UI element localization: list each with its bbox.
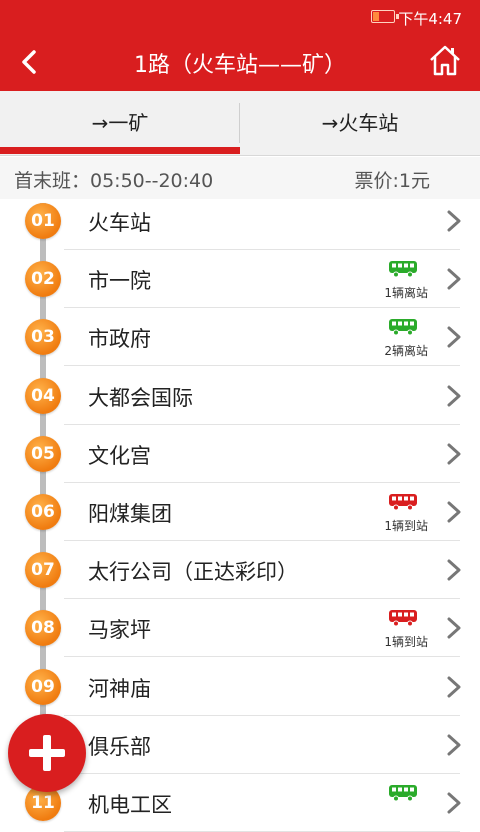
title-bar: 1路（火车站——矿） [0, 34, 480, 91]
bus-icon [389, 785, 417, 802]
bus-status [364, 784, 428, 824]
stop-number-badge: 05 [25, 435, 61, 472]
battery-level [373, 12, 379, 21]
stop-name: 马家坪 [88, 618, 151, 643]
price-text: 票价:1元 [354, 170, 431, 192]
back-arrow-icon [22, 50, 36, 74]
bus-status: 1辆到站 [364, 493, 428, 533]
stop-name: 市一院 [88, 269, 151, 294]
stop-name: 大都会国际 [88, 385, 193, 410]
chevron-right-icon [447, 559, 461, 581]
stop-row[interactable]: 02 市一院 1辆离站 [0, 250, 480, 309]
plus-icon [29, 735, 65, 771]
schedule-text: 首末班：05:50--20:40 [14, 170, 214, 192]
stop-row[interactable]: 08 马家坪 1辆到站 [0, 599, 480, 658]
stop-row[interactable]: 04 大都会国际 [0, 367, 480, 425]
bus-status: 1辆到站 [364, 609, 428, 649]
stop-name: 太行公司（正达彩印） [88, 560, 298, 585]
back-button[interactable] [12, 44, 48, 80]
home-button[interactable] [428, 43, 462, 77]
chevron-right-icon [447, 734, 461, 756]
chevron-right-icon [447, 501, 461, 523]
battery-icon [371, 10, 399, 23]
bus-icon [389, 261, 417, 278]
stop-row[interactable]: 03 市政府 2辆离站 [0, 308, 480, 367]
bus-status: 1辆离站 [364, 260, 428, 300]
stop-name: 市政府 [88, 327, 151, 352]
bus-icon [389, 494, 417, 511]
chevron-right-icon [447, 385, 461, 407]
stop-row[interactable]: 01 火车站 [0, 192, 480, 250]
bus-status-text: 1辆到站 [384, 635, 428, 650]
tab-indicator [0, 147, 240, 154]
status-bar: 下午4:47 [0, 0, 480, 34]
stop-name: 河神庙 [88, 676, 151, 701]
chevron-right-icon [447, 676, 461, 698]
stop-number-badge: 08 [25, 610, 61, 647]
chevron-right-icon [447, 792, 461, 814]
stop-number-badge: 09 [25, 668, 61, 705]
chevron-right-icon [447, 326, 461, 348]
stop-number-badge: 01 [25, 203, 61, 239]
stop-number-badge: 07 [25, 552, 61, 589]
stop-number-badge: 06 [25, 494, 61, 530]
bus-icon [389, 610, 417, 627]
bus-status-text: 1辆离站 [384, 286, 428, 301]
home-icon [430, 45, 460, 76]
stop-row[interactable]: 09 河神庙 [0, 658, 480, 716]
bus-status-text: 2辆离站 [384, 344, 428, 359]
stop-name: 文化宫 [88, 443, 151, 468]
stop-row[interactable]: 05 文化宫 [0, 425, 480, 483]
stop-number-badge: 04 [25, 377, 61, 414]
chevron-right-icon [447, 268, 461, 290]
stop-name: 俱乐部 [88, 734, 151, 759]
stop-name: 机电工区 [88, 793, 172, 817]
chevron-right-icon [447, 617, 461, 639]
stop-number-badge: 03 [25, 319, 61, 356]
chevron-right-icon [447, 210, 461, 232]
status-time: 下午4:47 [398, 10, 462, 28]
stop-name: 火车站 [88, 211, 151, 235]
bus-icon [389, 319, 417, 336]
bus-status: 2辆离站 [364, 318, 428, 358]
stop-name: 阳煤集团 [88, 502, 172, 526]
stop-row[interactable]: 07 太行公司（正达彩印） [0, 541, 480, 600]
bus-status-text: 1辆到站 [384, 519, 428, 533]
tab-to-yikuang[interactable]: →一矿 [0, 91, 240, 151]
tab-to-huochezhan[interactable]: →火车站 [240, 91, 480, 151]
page-title: 1路（火车站——矿） [134, 53, 346, 78]
stop-row[interactable]: 06 阳煤集团 1辆到站 [0, 483, 480, 541]
chevron-right-icon [447, 443, 461, 465]
add-button[interactable] [8, 714, 86, 792]
stop-number-badge: 02 [25, 261, 61, 298]
